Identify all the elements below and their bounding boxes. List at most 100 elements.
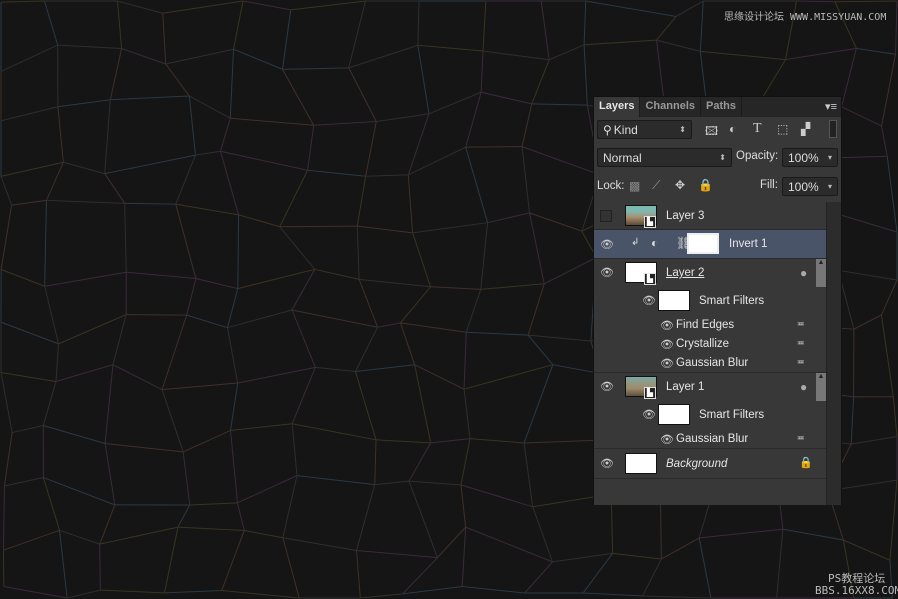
cell-edge [242,0,291,11]
cell-edge [365,174,409,177]
cell-edge [400,322,416,365]
blend-mode-select[interactable]: Normal ⬍ [597,148,732,167]
cell-edge [104,364,114,444]
cell-edge [42,381,57,426]
eye-icon[interactable]: 👁 [660,433,674,446]
cell-edge [4,477,44,487]
cell-edge [892,396,898,437]
cell-edge [583,44,588,106]
filter-kind-select[interactable]: ⚲ Kind ⬍ [597,120,692,139]
cell-edge [881,54,897,127]
lock-transparent-icon[interactable]: ▩ [629,179,640,193]
cell-edge [428,91,482,115]
cell-edge [44,200,47,287]
smart-object-filter-icon[interactable]: ▞ [801,122,810,136]
cell-edge [437,526,466,558]
cell-edge [237,475,298,504]
image-filter-icon[interactable]: 🖾 [705,122,718,143]
cell-edge [227,309,293,329]
filter-name: Crystallize [676,338,730,350]
cell-edge [0,161,64,177]
filter-kind-value: Kind [613,122,638,137]
lock-all-icon[interactable]: 🔒 [698,178,713,192]
eye-icon[interactable]: 👁 [642,294,656,307]
cell-edge [531,59,550,105]
layers-scrollbar[interactable] [826,202,841,505]
adjustment-filter-icon[interactable]: ◐ [729,122,736,136]
cell-edge [230,117,314,126]
cell-edge [282,537,300,599]
cell-edge [44,271,127,287]
cell-edge [548,44,585,61]
cell-edge [412,222,488,234]
opacity-input[interactable]: 100% ▾ [782,148,838,167]
eye-icon[interactable]: 👁 [660,338,674,351]
layer-row-background[interactable]: 👁 Background 🔒 [594,449,827,479]
cell-edge [417,44,484,52]
eye-icon[interactable]: 👁 [600,380,614,393]
layer-row-invert-1[interactable]: 👁 ↲ ◐ ⛓ Invert 1 [594,230,827,259]
collapse-filters-button[interactable]: ▲ [816,373,826,401]
cell-edge [46,199,125,204]
cell-edge [177,504,191,528]
cell-edge [853,314,882,330]
opacity-label: Opacity: [736,150,779,162]
cell-edge [408,442,432,482]
collapse-filters-button[interactable]: ▲ [816,259,826,287]
lock-label: Lock: [597,180,625,192]
layer-name: Background [666,458,728,470]
cell-edge [116,0,123,49]
cell-edge [521,146,531,213]
panel-menu-icon[interactable]: ▾≡ [825,100,837,113]
eye-icon[interactable]: 👁 [660,357,674,370]
type-filter-icon[interactable]: T [753,121,762,137]
layer-row-layer-3[interactable]: ▙ Layer 3 [594,202,827,230]
cell-edge [841,106,882,127]
cell-edge [104,173,126,204]
cell-edge [889,480,898,561]
eye-icon[interactable]: 👁 [600,457,614,470]
cell-edge [521,146,601,176]
cell-edge [407,174,414,233]
cell-edge [408,146,466,176]
cell-edge [843,539,891,561]
cell-edge [279,225,358,228]
smart-object-icon: ▙ [644,273,656,285]
shape-filter-icon[interactable]: ⬚ [777,122,788,136]
cell-edge [699,0,704,52]
layer-row-layer-1[interactable]: 👁 ▙ Layer 1 ● ▲ 👁 Smart Filters 👁 Gaussi… [594,373,827,449]
filter-blending-options-icon[interactable]: ≖ [797,433,805,444]
cell-edge [348,0,366,69]
tab-paths[interactable]: Paths [701,97,742,117]
lock-image-brush-icon[interactable]: ⟋ [652,178,660,193]
filter-toggle[interactable] [829,120,837,138]
cell-edge [895,0,898,55]
cell-edge [463,389,471,439]
cell-edge [408,480,438,558]
filter-blending-options-icon[interactable]: ≖ [797,357,805,368]
cell-edge [642,595,711,599]
lock-icon: 🔒 [799,457,813,469]
lock-position-move-icon[interactable]: ✥ [675,178,685,192]
cell-edge [124,202,176,205]
filter-blending-options-icon[interactable]: ≖ [797,338,805,349]
fill-input[interactable]: 100% ▾ [782,177,838,196]
cell-edge [67,589,101,599]
filter-name: Find Edges [676,319,735,331]
cell-edge [55,364,114,383]
cell-edge [584,39,657,46]
eye-icon[interactable]: 👁 [600,266,614,279]
eye-icon[interactable]: 👁 [600,238,614,251]
layer-row-layer-2[interactable]: 👁 ▙ Layer 2 ● ▲ 👁 Smart Filters 👁 Find E… [594,259,827,373]
cell-edge [175,154,196,205]
cell-edge [881,125,888,157]
cell-edge [402,586,463,595]
eye-icon[interactable]: 👁 [642,408,656,421]
cell-edge [162,0,244,14]
eye-icon[interactable]: 👁 [660,319,674,332]
tab-layers[interactable]: Layers [594,97,641,117]
visibility-toggle-off[interactable] [600,210,612,222]
filter-blending-options-icon[interactable]: ≖ [797,319,805,330]
tab-channels[interactable]: Channels [640,97,701,117]
opacity-value: 100% [788,150,819,165]
